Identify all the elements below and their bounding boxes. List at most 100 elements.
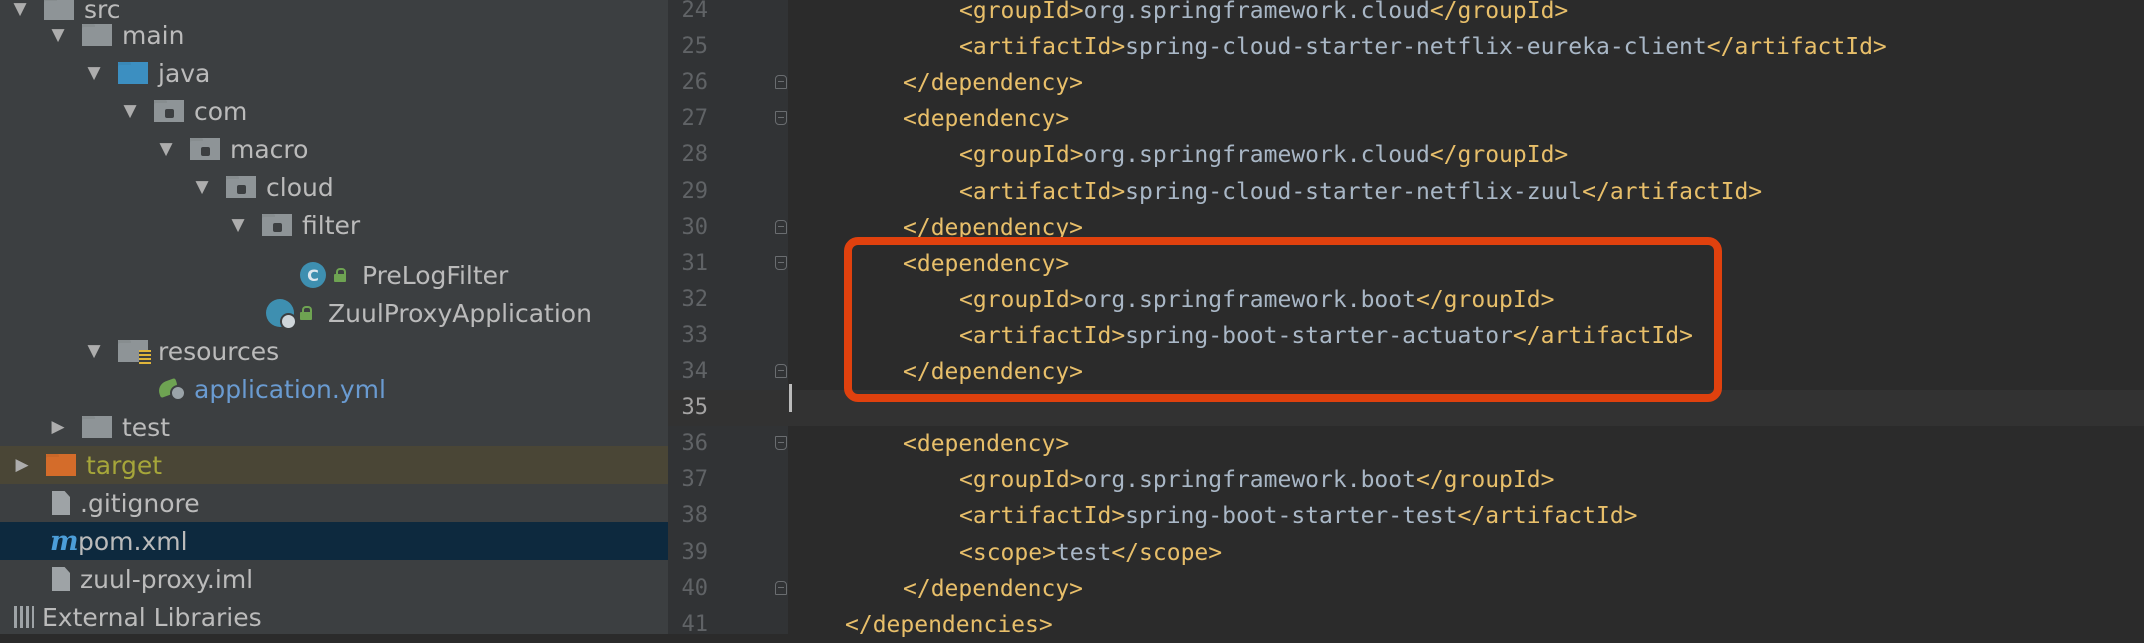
code-line[interactable]: 28 <groupId>org.springframework.cloud</gr… <box>668 137 2144 173</box>
spring-config-icon <box>156 377 186 401</box>
chevron-down-icon[interactable]: ▼ <box>48 25 68 45</box>
line-number: 40 <box>681 575 709 601</box>
line-number: 29 <box>681 178 709 204</box>
line-number: 39 <box>681 539 709 565</box>
fold-marker-icon[interactable] <box>775 580 787 595</box>
tree-item-application-yml[interactable]: application.yml <box>0 370 668 408</box>
file-icon <box>52 567 70 591</box>
line-number: 36 <box>681 431 709 457</box>
xml-text: spring-boot-starter-test <box>1125 503 1458 530</box>
tree-item-prelogfilter[interactable]: C PreLogFilter <box>0 256 668 294</box>
maven-icon: m <box>50 525 79 557</box>
tree-item-label: macro <box>230 134 309 164</box>
fold-marker-icon[interactable] <box>775 255 787 270</box>
code-line[interactable]: 25 <artifactId>spring-cloud-starter-netfl… <box>668 29 2144 65</box>
xml-open-tag: <scope> <box>959 539 1056 566</box>
code-content: <groupId>org.springframework.cloud</grou… <box>959 0 1568 29</box>
tree-item-external-libraries[interactable]: External Libraries <box>0 598 668 634</box>
code-line[interactable]: 26 </dependency> <box>668 65 2144 101</box>
line-number: 41 <box>681 611 709 637</box>
tree-item-gitignore[interactable]: .gitignore <box>0 484 668 522</box>
excluded-folder-icon <box>46 454 76 476</box>
tree-item-java[interactable]: ▼ java <box>0 54 668 92</box>
tree-item-resources[interactable]: ▼ resources <box>0 332 668 370</box>
libraries-icon <box>14 606 34 628</box>
xml-text: org.springframework.boot <box>1083 467 1416 494</box>
code-line[interactable]: 24 <groupId>org.springframework.cloud</gr… <box>668 0 2144 29</box>
code-line[interactable]: 40 </dependency> <box>668 571 2144 607</box>
xml-open-tag: <dependency> <box>903 106 1070 133</box>
line-number: 30 <box>681 214 709 240</box>
fold-marker-icon[interactable] <box>775 436 787 451</box>
xml-close-tag: </groupId> <box>1415 467 1555 494</box>
chevron-right-icon[interactable]: ▶ <box>12 455 32 475</box>
xml-text: spring-cloud-starter-netflix-eureka-clie… <box>1125 34 1707 61</box>
line-number: 34 <box>681 359 709 384</box>
java-class-icon: C <box>300 262 326 288</box>
code-content: <dependency> <box>903 426 1069 462</box>
line-number: 26 <box>681 70 709 96</box>
tree-item-label: PreLogFilter <box>362 260 509 290</box>
xml-text: org.springframework.cloud <box>1083 142 1430 169</box>
code-content: </dependencies> <box>845 607 1053 643</box>
chevron-down-icon[interactable]: ▼ <box>84 341 104 361</box>
tree-item-macro[interactable]: ▼ macro <box>0 130 668 168</box>
folder-icon <box>82 24 112 46</box>
chevron-down-icon[interactable]: ▼ <box>120 101 140 121</box>
line-number: 24 <box>681 0 709 23</box>
fold-marker-icon[interactable] <box>775 111 787 126</box>
xml-open-tag: <artifactId> <box>959 34 1126 61</box>
code-line[interactable]: 37 <groupId>org.springframework.boot</gro… <box>668 462 2144 498</box>
fold-marker-icon[interactable] <box>775 219 787 234</box>
tree-item-label: test <box>122 412 171 442</box>
resources-folder-icon <box>118 340 151 364</box>
chevron-down-icon[interactable]: ▼ <box>156 139 176 159</box>
line-number: 32 <box>681 286 709 312</box>
tree-item-filter[interactable]: ▼ filter <box>0 206 668 244</box>
tree-item-test[interactable]: ▶ test <box>0 408 668 446</box>
chevron-down-icon[interactable]: ▼ <box>192 177 212 197</box>
tree-item-cloud[interactable]: ▼ cloud <box>0 168 668 206</box>
chevron-right-icon[interactable]: ▶ <box>48 417 68 437</box>
source-folder-icon <box>118 62 148 84</box>
code-line[interactable]: 27 <dependency> <box>668 101 2144 137</box>
tree-item-zuulproxyapplication[interactable]: ZuulProxyApplication <box>0 294 668 332</box>
text-caret <box>789 384 792 412</box>
xml-open-tag: <artifactId> <box>959 503 1126 530</box>
tree-item-zuul-proxy-iml[interactable]: zuul-proxy.iml <box>0 560 668 598</box>
package-icon <box>226 176 256 198</box>
tree-item-label: ZuulProxyApplication <box>328 298 592 328</box>
code-line[interactable]: 41 </dependencies> <box>668 607 2144 643</box>
xml-text: spring-cloud-starter-netflix-zuul <box>1125 178 1583 205</box>
fold-marker-icon[interactable] <box>775 364 787 378</box>
code-line[interactable]: 38 <artifactId>spring-boot-starter-test</… <box>668 498 2144 534</box>
tree-item-label: com <box>194 96 248 126</box>
tree-item-label: target <box>86 450 163 480</box>
tree-item-com[interactable]: ▼ com <box>0 92 668 130</box>
line-number: 38 <box>681 503 709 529</box>
spring-boot-app-icon <box>266 299 297 330</box>
code-line[interactable]: 29 <artifactId>spring-cloud-starter-netfl… <box>668 174 2144 210</box>
code-line[interactable]: 36 <dependency> <box>668 426 2144 462</box>
tree-item-label: application.yml <box>194 374 386 404</box>
tree-item-label: pom.xml <box>78 526 188 556</box>
tree-item-target[interactable]: ▶ target <box>0 446 668 484</box>
code-content: </dependency> <box>903 65 1083 101</box>
lock-icon <box>300 306 312 320</box>
xml-text: test <box>1055 539 1112 566</box>
tree-item-label: filter <box>302 210 361 240</box>
code-content: <scope>test</scope> <box>959 535 1222 571</box>
package-icon <box>262 214 292 236</box>
tree-item-main[interactable]: ▼ main <box>0 16 668 54</box>
fold-marker-icon[interactable] <box>775 75 787 90</box>
chevron-down-icon[interactable]: ▼ <box>228 215 248 235</box>
tree-item-pom-xml[interactable]: m pom.xml <box>0 522 668 560</box>
line-number: 37 <box>681 467 709 493</box>
code-line[interactable]: 39 <scope>test</scope> <box>668 535 2144 571</box>
highlight-annotation-box <box>844 237 1722 402</box>
file-icon <box>52 491 70 515</box>
chevron-down-icon[interactable]: ▼ <box>84 63 104 83</box>
xml-close-tag: </groupId> <box>1429 142 1569 169</box>
xml-open-tag: <groupId> <box>959 467 1084 494</box>
tree-item-label: .gitignore <box>80 488 200 518</box>
